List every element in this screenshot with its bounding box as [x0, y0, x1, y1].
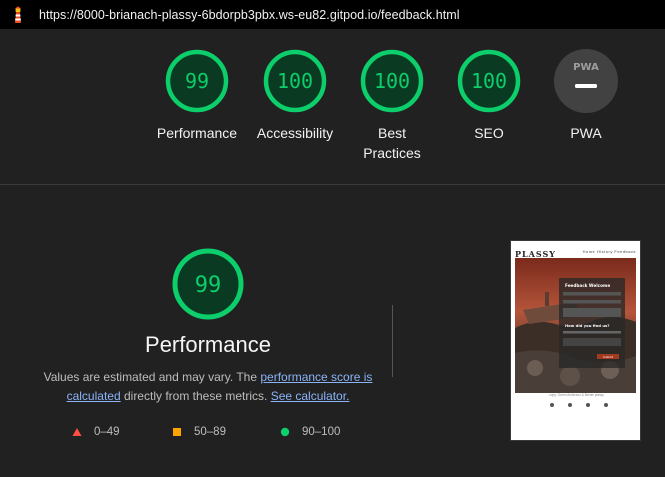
lighthouse-icon [15, 5, 21, 23]
gauge-label: Accessibility [256, 125, 334, 141]
accessibility-score: 100 [277, 69, 313, 93]
thumb-form-question: How did you find us? [565, 323, 610, 328]
thumb-nav: Home History Feedback [582, 249, 636, 254]
legend-pass: 90–100 [280, 426, 340, 438]
gauge-label: Best Practices [363, 125, 421, 161]
pwa-badge: PWA [554, 49, 618, 113]
top-bar: https://8000-brianach-plassy-6bdorpb3pbx… [0, 0, 665, 29]
gauge-label: PWA [570, 125, 602, 141]
accessibility-gauge: 100 [263, 49, 327, 113]
legend-average: 50–89 [172, 426, 226, 438]
seo-gauge: 100 [457, 49, 521, 113]
circle-icon [280, 427, 290, 437]
performance-description: Values are estimated and may vary. The p… [40, 368, 376, 406]
pwa-dash-icon [575, 84, 597, 88]
thumb-hero-image: Feedback Welcome How did you find us? Su… [515, 258, 636, 393]
vertical-separator [392, 305, 393, 377]
social-icon [550, 403, 554, 407]
best-practices-gauge: 100 [360, 49, 424, 113]
thumb-submit: Submit [603, 355, 614, 359]
calculator-link[interactable]: See calculator. [271, 389, 350, 403]
thumb-social-icons [511, 403, 642, 411]
gauge-label: SEO [474, 125, 504, 141]
social-icon [586, 403, 590, 407]
performance-main-gauge: 99 [172, 248, 244, 320]
performance-title: Performance [145, 332, 271, 357]
performance-score: 99 [185, 69, 209, 93]
performance-gauge: 99 [165, 49, 229, 113]
gauge-best-practices[interactable]: 100 Best Practices [337, 48, 447, 163]
thumb-header: PLASSY Home History Feedback [515, 244, 636, 259]
gauge-pwa[interactable]: PWA PWA [531, 48, 641, 143]
score-legend: 0–49 50–89 90–100 [0, 426, 420, 440]
social-icon [604, 403, 608, 407]
legend-fail: 0–49 [72, 426, 120, 438]
pwa-badge-text: PWA [573, 62, 599, 73]
section-divider [0, 184, 665, 185]
triangle-icon [72, 428, 82, 436]
desc-text: directly from these metrics. [120, 389, 271, 403]
legend-range: 50–89 [194, 426, 226, 438]
legend-range: 0–49 [94, 426, 120, 438]
page-url[interactable]: https://8000-brianach-plassy-6bdorpb3pbx… [39, 8, 460, 22]
gauge-seo[interactable]: 100 SEO [434, 48, 544, 143]
gauge-performance[interactable]: 99 Performance [142, 48, 252, 143]
gauge-label: Performance [156, 125, 238, 141]
best-practices-score: 100 [374, 69, 410, 93]
social-icon [568, 403, 572, 407]
legend-range: 90–100 [302, 426, 341, 438]
performance-main-score: 99 [195, 273, 222, 298]
square-icon [173, 428, 181, 436]
desc-text: Values are estimated and may vary. The [43, 370, 261, 384]
thumb-form-title: Feedback Welcome [565, 283, 610, 288]
seo-score: 100 [471, 69, 507, 93]
final-screenshot-thumbnail[interactable]: PLASSY Home History Feedback Feedback We… [510, 240, 641, 441]
gauge-accessibility[interactable]: 100 Accessibility [240, 48, 350, 143]
thumb-footer: copy; Green Anderson & Bernie plassy [549, 393, 604, 397]
score-summary: 99 Performance 100 Accessibility 100 Bes… [0, 48, 665, 188]
